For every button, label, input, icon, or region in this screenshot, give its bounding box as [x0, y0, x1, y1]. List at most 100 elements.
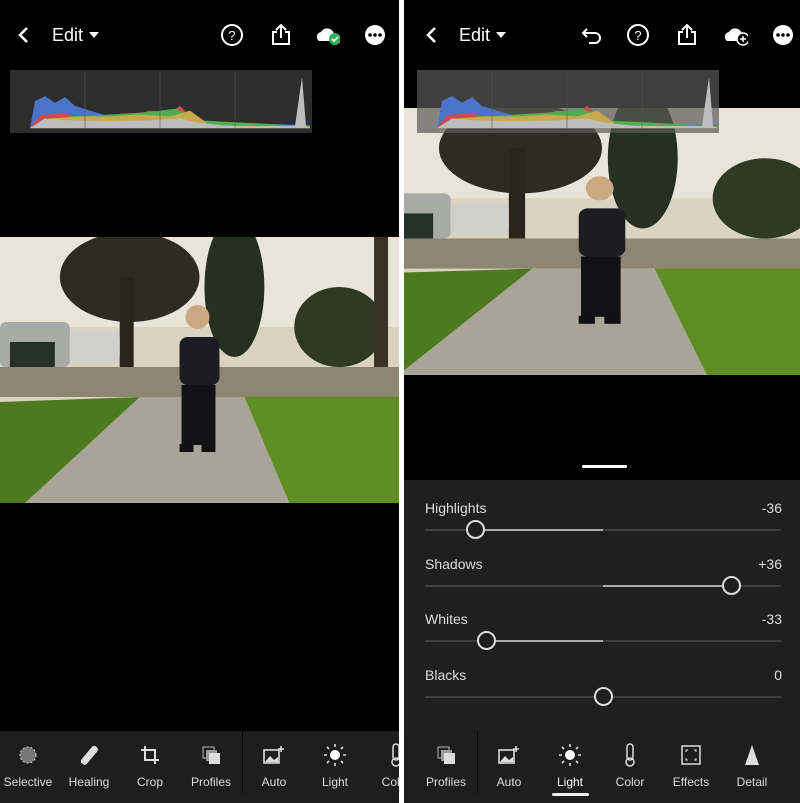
more-button[interactable]	[770, 22, 796, 48]
help-button[interactable]: ?	[219, 22, 245, 48]
tool-color[interactable]: Color	[600, 741, 660, 789]
tool-label: Color	[615, 775, 645, 789]
auto-icon	[244, 741, 304, 769]
tool-label: Selective	[3, 775, 53, 789]
help-icon: ?	[219, 22, 245, 48]
effects-icon	[661, 741, 721, 769]
photo-preview[interactable]	[404, 108, 800, 375]
toolbar-divider	[477, 731, 478, 793]
more-button[interactable]	[362, 22, 388, 48]
share-icon	[674, 22, 700, 48]
tool-detail[interactable]: Detail	[722, 741, 782, 789]
tool-label: Profiles	[425, 775, 466, 789]
tool-profiles[interactable]: Profiles	[181, 741, 241, 789]
edit-title: Edit	[52, 24, 84, 45]
slider-thumb[interactable]	[476, 631, 496, 650]
back-chevron-icon	[418, 22, 444, 48]
tool-light[interactable]: Light	[305, 741, 365, 789]
screen-divider	[399, 0, 404, 803]
histogram	[10, 70, 312, 133]
cloud-add-button[interactable]	[722, 22, 748, 48]
tool-auto[interactable]: Auto	[479, 741, 539, 789]
tool-label: Color	[381, 775, 399, 789]
edit-toolbar: Selective Healing Crop Profiles Auto Lig…	[0, 731, 399, 803]
bandage-icon	[59, 741, 119, 769]
slider-value[interactable]: +36	[758, 556, 782, 572]
tool-color[interactable]: Color	[366, 741, 399, 789]
slider-track[interactable]	[425, 575, 781, 595]
undo-button[interactable]	[579, 22, 605, 48]
undo-icon	[579, 22, 605, 48]
right-screen: Edit ? Highlights -36 Shadows +36 Whites -…	[404, 0, 800, 803]
slider-track[interactable]	[425, 631, 781, 650]
tool-profiles[interactable]: Profiles	[416, 741, 476, 789]
slider-thumb[interactable]	[722, 575, 742, 595]
cloud-add-icon	[722, 22, 748, 48]
profiles-icon	[181, 741, 241, 769]
tool-label: Detail	[736, 775, 768, 789]
more-icon	[770, 22, 796, 48]
slider-fill	[474, 529, 603, 531]
slider-value[interactable]: -36	[762, 500, 782, 516]
crop-icon	[120, 741, 180, 769]
tool-label: Light	[321, 775, 349, 789]
svg-text:?: ?	[634, 28, 641, 43]
tool-healing[interactable]: Healing	[59, 741, 119, 789]
tool-label: Profiles	[190, 775, 231, 789]
tool-label: Crop	[136, 775, 163, 789]
slider-label: Blacks	[425, 666, 467, 683]
edit-mode-dropdown[interactable]: Edit	[459, 22, 507, 48]
tool-label: Light	[556, 775, 584, 789]
tool-label: Auto	[261, 775, 287, 789]
share-button[interactable]	[674, 22, 700, 48]
slider-track[interactable]	[425, 686, 781, 706]
tool-label: Auto	[496, 775, 522, 789]
slider-label: Whites	[425, 611, 468, 627]
slider-value[interactable]: -33	[762, 611, 782, 627]
toolbar-divider	[242, 731, 243, 793]
edit-toolbar: Profiles Auto Light Color Effects Detail	[404, 731, 800, 803]
help-icon: ?	[625, 22, 651, 48]
active-tab-underline	[551, 793, 589, 796]
cloud-sync-button[interactable]	[314, 22, 340, 48]
tool-selective[interactable]: Selective	[0, 741, 58, 789]
tool-auto[interactable]: Auto	[244, 741, 304, 789]
caret-down-icon	[496, 32, 507, 43]
slider-thumb[interactable]	[465, 520, 485, 539]
tool-crop[interactable]: Crop	[120, 741, 180, 789]
tool-label: Effects	[672, 775, 710, 789]
slider-fill	[603, 584, 732, 587]
slider-fill	[485, 640, 603, 642]
caret-down-icon	[89, 32, 100, 43]
svg-text:?: ?	[228, 28, 235, 43]
auto-icon	[479, 741, 539, 769]
tool-light-active[interactable]: Light	[540, 741, 600, 796]
share-button[interactable]	[268, 22, 294, 48]
tool-effects[interactable]: Effects	[661, 741, 721, 789]
light-panel: Highlights -36 Shadows +36 Whites -33 Black…	[404, 480, 800, 731]
slider-thumb[interactable]	[594, 686, 613, 706]
slider-track[interactable]	[425, 520, 781, 539]
share-icon	[268, 22, 294, 48]
detail-icon	[722, 741, 782, 769]
more-icon	[362, 22, 388, 48]
sun-icon	[305, 741, 365, 769]
profiles-icon	[416, 741, 476, 769]
left-screen: Edit ? Selective Healing Crop Profiles A…	[0, 0, 399, 803]
photo-preview[interactable]	[0, 237, 399, 503]
back-chevron-icon	[10, 22, 36, 48]
selective-icon	[0, 741, 58, 769]
slider-value[interactable]: 0	[774, 667, 782, 683]
back-button[interactable]	[418, 22, 444, 48]
slider-label: Shadows	[425, 555, 483, 572]
back-button[interactable]	[10, 22, 36, 48]
sun-icon	[540, 741, 600, 769]
help-button[interactable]: ?	[625, 22, 651, 48]
slider-label: Highlights	[425, 500, 487, 516]
edit-title: Edit	[459, 24, 491, 45]
edit-mode-dropdown[interactable]: Edit	[52, 22, 100, 48]
tool-label: Healing	[68, 775, 110, 789]
thermometer-icon	[366, 741, 399, 769]
cloud-synced-icon	[314, 22, 340, 48]
panel-drag-handle[interactable]	[582, 465, 627, 468]
